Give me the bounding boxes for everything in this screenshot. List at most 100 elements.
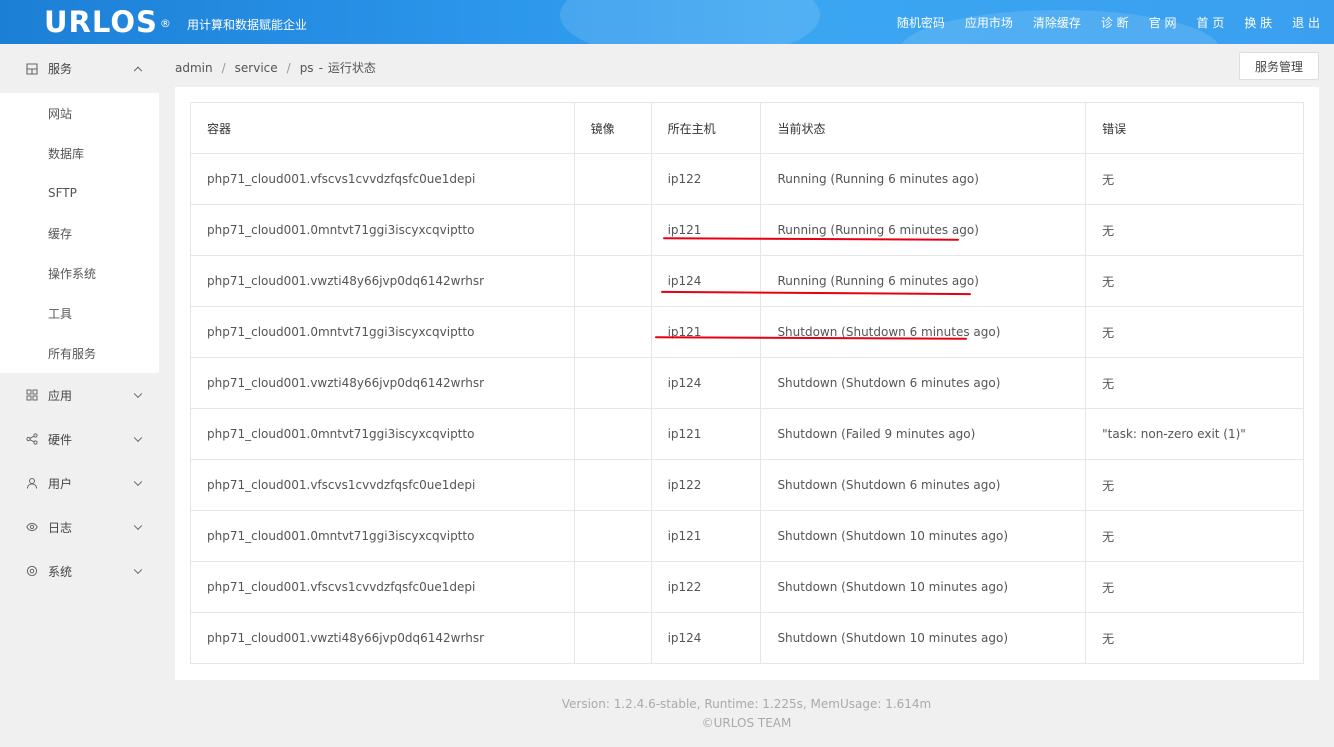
sidebar-group-hardware[interactable]: 硬件 [0, 417, 159, 461]
cell-container: php71_cloud001.0mntvt71ggi3iscyxcqviptto [190, 510, 575, 562]
cell-container: php71_cloud001.vwzti48y66jvp0dq6142wrhsr [190, 255, 575, 307]
sidebar-item-cache[interactable]: 缓存 [0, 213, 159, 253]
cell-status: Running (Running 6 minutes ago) [760, 204, 1087, 256]
sidebar-group-system[interactable]: 系统 [0, 549, 159, 593]
table-row: php71_cloud001.0mntvt71ggi3iscyxcqviptto… [190, 510, 1304, 562]
cell-host: ip121 [650, 510, 762, 562]
cell-error: 无 [1085, 255, 1304, 307]
sidebar-group-logs[interactable]: 日志 [0, 505, 159, 549]
sidebar-group-label: 系统 [48, 564, 73, 579]
cell-error: 无 [1085, 357, 1304, 409]
sidebar-group-label: 日志 [48, 520, 73, 535]
share-icon [26, 433, 38, 445]
chevron-down-icon [133, 433, 143, 443]
cell-error: 无 [1085, 510, 1304, 562]
table-row: php71_cloud001.0mntvt71ggi3iscyxcqviptto… [190, 204, 1304, 256]
nav-diagnose[interactable]: 诊 断 [1101, 14, 1129, 31]
nav-app-market[interactable]: 应用市场 [965, 14, 1013, 31]
cell-error: 无 [1085, 153, 1304, 205]
footer-copyright: ©URLOS TEAM [701, 716, 792, 730]
cell-host: ip122 [650, 561, 762, 613]
table-row: php71_cloud001.vfscvs1cvvdzfqsfc0ue1depi… [190, 459, 1304, 511]
col-error: 错误 [1085, 102, 1304, 154]
chevron-down-icon [133, 389, 143, 399]
header-cloud-decoration [560, 0, 820, 44]
sidebar: 服务 网站 数据库 SFTP 缓存 操作系统 工具 所有服务 应用 硬件 用户 [0, 44, 159, 747]
chevron-down-icon [133, 565, 143, 575]
breadcrumb-run-status: 运行状态 [327, 61, 376, 75]
sidebar-item-all-services[interactable]: 所有服务 [0, 333, 159, 373]
sidebar-item-database[interactable]: 数据库 [0, 133, 159, 173]
breadcrumb-admin[interactable]: admin [175, 61, 213, 75]
top-nav: 随机密码 应用市场 清除缓存 诊 断 官 网 首 页 换 肤 退 出 [877, 0, 1320, 44]
cell-image [573, 612, 652, 664]
cell-host: ip122 [650, 459, 762, 511]
sidebar-group-services[interactable]: 服务 [0, 44, 159, 93]
sidebar-group-users[interactable]: 用户 [0, 461, 159, 505]
chevron-down-icon [133, 477, 143, 487]
grid-icon [26, 62, 38, 75]
cell-status: Shutdown (Shutdown 10 minutes ago) [760, 510, 1087, 562]
status-panel: 容器 镜像 所在主机 当前状态 错误 php71_cloud001.vfscvs… [175, 87, 1319, 680]
service-manage-button[interactable]: 服务管理 [1239, 52, 1319, 80]
col-image: 镜像 [573, 102, 652, 154]
cell-host: ip121 [650, 306, 762, 358]
cell-host: ip124 [650, 357, 762, 409]
cell-image [573, 408, 652, 460]
breadcrumb-service[interactable]: service [235, 61, 278, 75]
slogan: 用计算和数据赋能企业 [187, 18, 308, 32]
cell-container: php71_cloud001.vwzti48y66jvp0dq6142wrhsr [190, 612, 575, 664]
cell-status: Shutdown (Shutdown 6 minutes ago) [760, 306, 1087, 358]
sidebar-services-submenu: 网站 数据库 SFTP 缓存 操作系统 工具 所有服务 [0, 93, 159, 373]
cell-status: Shutdown (Failed 9 minutes ago) [760, 408, 1087, 460]
container-status-table: 容器 镜像 所在主机 当前状态 错误 php71_cloud001.vfscvs… [190, 102, 1304, 664]
cell-image [573, 459, 652, 511]
sidebar-group-label: 应用 [48, 388, 73, 403]
breadcrumb: admin / service / ps - 运行状态 [175, 61, 376, 75]
nav-logout[interactable]: 退 出 [1292, 14, 1320, 31]
cell-image [573, 306, 652, 358]
sidebar-group-label: 用户 [48, 476, 73, 491]
table-body: php71_cloud001.vfscvs1cvvdzfqsfc0ue1depi… [190, 153, 1304, 664]
cell-image [573, 510, 652, 562]
gear-icon [26, 565, 38, 577]
sidebar-item-tools[interactable]: 工具 [0, 293, 159, 333]
cell-host: ip121 [650, 204, 762, 256]
cell-image [573, 561, 652, 613]
apps-icon [26, 389, 38, 401]
nav-clear-cache[interactable]: 清除缓存 [1033, 14, 1081, 31]
table-row: php71_cloud001.vwzti48y66jvp0dq6142wrhsr… [190, 357, 1304, 409]
cell-container: php71_cloud001.vwzti48y66jvp0dq6142wrhsr [190, 357, 575, 409]
cell-status: Running (Running 6 minutes ago) [760, 255, 1087, 307]
cell-container: php71_cloud001.0mntvt71ggi3iscyxcqviptto [190, 306, 575, 358]
sidebar-item-sftp[interactable]: SFTP [0, 173, 159, 213]
sidebar-group-label: 服务 [48, 62, 73, 76]
sidebar-group-label: 硬件 [48, 432, 73, 447]
logo[interactable]: URLOS ® [44, 4, 172, 40]
col-host: 所在主机 [650, 102, 762, 154]
col-container: 容器 [190, 102, 575, 154]
cell-host: ip124 [650, 612, 762, 664]
sidebar-group-apps[interactable]: 应用 [0, 373, 159, 417]
cell-container: php71_cloud001.vfscvs1cvvdzfqsfc0ue1depi [190, 561, 575, 613]
nav-random-password[interactable]: 随机密码 [897, 14, 945, 31]
sidebar-item-website[interactable]: 网站 [0, 93, 159, 133]
table-row: php71_cloud001.0mntvt71ggi3iscyxcqviptto… [190, 306, 1304, 358]
cell-host: ip122 [650, 153, 762, 205]
table-header-row: 容器 镜像 所在主机 当前状态 错误 [190, 102, 1304, 154]
nav-official-site[interactable]: 官 网 [1149, 14, 1177, 31]
sidebar-item-os[interactable]: 操作系统 [0, 253, 159, 293]
cell-status: Shutdown (Shutdown 10 minutes ago) [760, 612, 1087, 664]
cell-error: 无 [1085, 204, 1304, 256]
cell-image [573, 204, 652, 256]
nav-home[interactable]: 首 页 [1197, 14, 1225, 31]
footer-version: Version: 1.2.4.6-stable, Runtime: 1.225s… [561, 697, 932, 711]
cell-image [573, 255, 652, 307]
cell-container: php71_cloud001.0mntvt71ggi3iscyxcqviptto [190, 204, 575, 256]
cell-container: php71_cloud001.0mntvt71ggi3iscyxcqviptto [190, 408, 575, 460]
cell-status: Running (Running 6 minutes ago) [760, 153, 1087, 205]
cell-image [573, 357, 652, 409]
cell-container: php71_cloud001.vfscvs1cvvdzfqsfc0ue1depi [190, 459, 575, 511]
cell-error: 无 [1085, 612, 1304, 664]
nav-skin[interactable]: 换 肤 [1244, 14, 1272, 31]
